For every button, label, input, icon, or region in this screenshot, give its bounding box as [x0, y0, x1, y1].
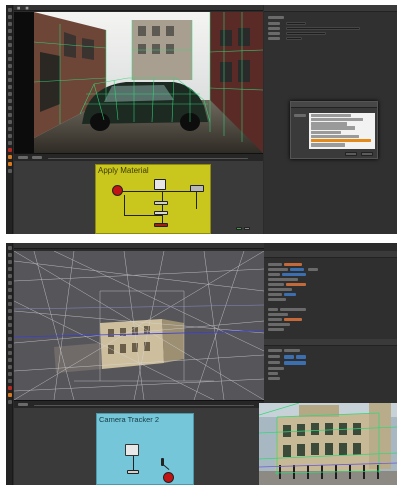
- tool-button[interactable]: [7, 253, 12, 257]
- tool-button[interactable]: [7, 295, 12, 299]
- tool-button[interactable]: [7, 288, 12, 292]
- building-photo: [259, 403, 397, 485]
- cancel-button[interactable]: [361, 152, 373, 156]
- backdrop-title: Apply Material: [98, 166, 149, 175]
- status-indicator: [236, 227, 242, 230]
- tool-button[interactable]: [7, 162, 12, 166]
- list-item-selected[interactable]: [311, 138, 371, 143]
- tool-button[interactable]: [7, 344, 12, 348]
- material-list[interactable]: [309, 113, 375, 149]
- 3d-wireframe-scene: [14, 251, 264, 400]
- tool-button[interactable]: [7, 337, 12, 341]
- menu-item[interactable]: ■: [25, 6, 28, 10]
- tool-button[interactable]: [7, 302, 12, 306]
- tool-button[interactable]: [7, 22, 12, 26]
- tool-button[interactable]: [7, 85, 12, 89]
- list-item[interactable]: [311, 143, 345, 147]
- tool-button[interactable]: [7, 134, 12, 138]
- tool-button[interactable]: [7, 281, 12, 285]
- tool-button[interactable]: [7, 15, 12, 19]
- tool-button[interactable]: [7, 267, 12, 271]
- timeline-bar[interactable]: [14, 400, 264, 408]
- tool-button[interactable]: [7, 246, 12, 250]
- properties-tab[interactable]: [264, 5, 397, 12]
- tool-button[interactable]: [7, 274, 12, 278]
- status-indicator: [244, 227, 250, 230]
- camera-node-icon[interactable]: [154, 179, 166, 190]
- tool-button[interactable]: [7, 43, 12, 47]
- tracker-node[interactable]: [127, 470, 139, 474]
- tool-button[interactable]: [7, 113, 12, 117]
- list-item[interactable]: [311, 126, 355, 130]
- tool-button[interactable]: [7, 316, 12, 320]
- properties-tab[interactable]: [264, 251, 397, 258]
- tool-button[interactable]: [7, 29, 12, 33]
- tool-button[interactable]: [7, 99, 12, 103]
- tool-button[interactable]: [7, 386, 12, 390]
- tool-button[interactable]: [7, 64, 12, 68]
- tool-button[interactable]: [7, 309, 12, 313]
- render-node[interactable]: [190, 185, 204, 192]
- tool-button[interactable]: [7, 400, 12, 404]
- tool-button[interactable]: [7, 36, 12, 40]
- tool-button[interactable]: [7, 50, 12, 54]
- 3d-viewer-pane[interactable]: [14, 251, 264, 400]
- list-item[interactable]: [311, 122, 347, 126]
- list-item[interactable]: [311, 130, 341, 134]
- read-node-icon[interactable]: [112, 185, 123, 196]
- tool-button[interactable]: [7, 169, 12, 173]
- nuke-screenshot-apply-material: ■ ■ Apply Material: [6, 5, 397, 234]
- ok-button[interactable]: [345, 152, 357, 156]
- backdrop-title: Camera Tracker 2: [99, 415, 160, 424]
- tool-button[interactable]: [7, 141, 12, 145]
- tool-button[interactable]: [7, 351, 12, 355]
- tool-button[interactable]: [7, 92, 12, 96]
- tool-button[interactable]: [7, 323, 12, 327]
- list-item[interactable]: [311, 134, 359, 139]
- tool-button[interactable]: [7, 155, 12, 159]
- tool-button[interactable]: [7, 57, 12, 61]
- list-item[interactable]: [311, 113, 351, 118]
- tool-button[interactable]: [7, 379, 12, 383]
- viewer-node-icon[interactable]: [125, 444, 139, 456]
- scene-node[interactable]: [154, 201, 168, 205]
- backdrop-node[interactable]: Camera Tracker 2: [96, 413, 194, 485]
- node-output-stub: [161, 458, 164, 466]
- tool-button[interactable]: [7, 358, 12, 362]
- tool-button[interactable]: [7, 120, 12, 124]
- viewer-menubar: [14, 243, 264, 249]
- tool-palette: [6, 243, 13, 485]
- node-graph[interactable]: Camera Tracker 2: [14, 408, 264, 485]
- viewer-menubar: ■ ■: [14, 5, 263, 11]
- street-scene-image: [14, 12, 263, 153]
- tool-palette: [6, 5, 13, 234]
- tool-button[interactable]: [7, 8, 12, 12]
- node-graph[interactable]: Apply Material: [14, 161, 263, 234]
- write-node-icon[interactable]: [154, 223, 168, 227]
- material-dialog[interactable]: [290, 101, 378, 159]
- camera-node-icon[interactable]: [163, 472, 174, 483]
- tool-button[interactable]: [7, 393, 12, 397]
- list-item[interactable]: [311, 117, 363, 122]
- tool-button[interactable]: [7, 148, 12, 152]
- viewer-pane[interactable]: [14, 12, 263, 153]
- nuke-screenshot-camera-tracker: Camera Tracker 2: [6, 243, 397, 485]
- merge-node[interactable]: [154, 211, 168, 215]
- backdrop-node[interactable]: Apply Material: [95, 164, 211, 234]
- properties-panel: [264, 251, 397, 403]
- tool-button[interactable]: [7, 106, 12, 110]
- dialog-title: [291, 102, 377, 108]
- tool-button[interactable]: [7, 365, 12, 369]
- tool-button[interactable]: [7, 78, 12, 82]
- timeline-bar[interactable]: [14, 153, 263, 161]
- tool-button[interactable]: [7, 372, 12, 376]
- tool-button[interactable]: [7, 330, 12, 334]
- plate-preview-image[interactable]: [259, 403, 397, 485]
- tool-button[interactable]: [7, 127, 12, 131]
- tool-button[interactable]: [7, 260, 12, 264]
- menu-item[interactable]: ■: [17, 6, 20, 10]
- properties-tab-2[interactable]: [264, 339, 397, 346]
- tool-button[interactable]: [7, 71, 12, 75]
